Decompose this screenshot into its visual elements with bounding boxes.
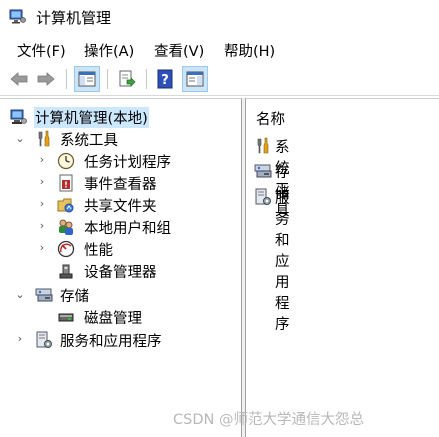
- chevron-right-icon[interactable]: ›: [37, 175, 47, 188]
- chevron-right-icon[interactable]: ›: [37, 219, 47, 232]
- chevron-right-icon[interactable]: ›: [15, 332, 25, 345]
- back-button[interactable]: [6, 66, 32, 92]
- tree-item-storage[interactable]: ⌄ 存储: [0, 284, 240, 306]
- watermark: CSDN @师范大学通信大怨总: [173, 412, 364, 428]
- chevron-right-icon[interactable]: ›: [37, 197, 47, 210]
- svg-text:!: !: [64, 181, 68, 190]
- help-icon: ?: [157, 69, 173, 89]
- toolbar-separator: [146, 69, 147, 89]
- title-bar: 计算机管理: [0, 0, 439, 34]
- console-tree[interactable]: 计算机管理(本地) ⌄ 系统工具 › 任务计划程序 › ! 事件查看器 › 共享…: [0, 98, 242, 437]
- list-item-label: 服务和应用程序: [275, 191, 290, 333]
- tree-label: 存储: [60, 289, 89, 305]
- computer-management-icon: [9, 9, 26, 24]
- tree-item-device-manager[interactable]: 设备管理器: [0, 260, 240, 282]
- tree-label: 计算机管理(本地): [34, 107, 149, 128]
- tree-label: 任务计划程序: [84, 155, 171, 171]
- svg-text:?: ?: [161, 73, 169, 88]
- tree-label: 系统工具: [60, 133, 118, 149]
- chevron-down-icon[interactable]: ⌄: [15, 288, 25, 301]
- column-header-name[interactable]: 名称: [256, 108, 285, 129]
- show-hide-console-tree-icon: [78, 71, 96, 87]
- storage-icon: [254, 164, 272, 178]
- menu-help[interactable]: 帮助(H): [224, 40, 275, 61]
- tree-item-system-tools[interactable]: ⌄ 系统工具: [0, 128, 240, 150]
- chevron-right-icon[interactable]: ›: [37, 153, 47, 166]
- export-list-icon: [119, 70, 136, 87]
- tree-item-performance[interactable]: › 性能: [0, 238, 240, 260]
- tree-item-shared-folders[interactable]: › 共享文件夹: [0, 194, 240, 216]
- computer-management-icon: [10, 109, 27, 124]
- services-applications-icon: [36, 331, 52, 348]
- disk-management-icon: [58, 313, 74, 322]
- toolbar-separator: [107, 69, 108, 89]
- forward-icon: [37, 72, 55, 86]
- device-manager-icon: [59, 264, 73, 279]
- shared-folder-icon: [57, 198, 74, 213]
- show-hide-console-tree-button[interactable]: [74, 66, 100, 92]
- show-hide-action-pane-button[interactable]: [182, 66, 208, 92]
- chevron-right-icon[interactable]: ›: [37, 241, 47, 254]
- menu-view[interactable]: 查看(V): [154, 40, 204, 61]
- tree-label: 磁盘管理: [84, 311, 142, 327]
- tree-label: 设备管理器: [84, 265, 157, 281]
- tree-item-local-users-groups[interactable]: › 本地用户和组: [0, 216, 240, 238]
- tree-label: 性能: [84, 243, 113, 259]
- tree-item-computer-management-local[interactable]: 计算机管理(本地): [0, 106, 240, 128]
- performance-icon: [57, 240, 75, 258]
- forward-button[interactable]: [33, 66, 59, 92]
- system-tools-icon: [257, 137, 269, 154]
- menu-file[interactable]: 文件(F): [17, 40, 66, 61]
- users-icon: [59, 219, 73, 235]
- tree-label: 共享文件夹: [84, 199, 157, 215]
- services-applications-icon: [255, 188, 271, 205]
- storage-icon: [35, 288, 53, 302]
- menu-bar: 文件(F) 操作(A) 查看(V) 帮助(H): [0, 37, 439, 61]
- toolbar: ?: [0, 64, 439, 96]
- window-title: 计算机管理: [36, 9, 112, 27]
- show-hide-action-pane-icon: [186, 71, 204, 87]
- back-icon: [10, 72, 28, 86]
- tree-label: 事件查看器: [84, 177, 157, 193]
- export-list-button[interactable]: [114, 66, 140, 92]
- event-viewer-icon: !: [59, 174, 73, 192]
- toolbar-separator: [66, 69, 67, 89]
- tree-item-disk-management[interactable]: 磁盘管理: [0, 306, 240, 328]
- tree-item-event-viewer[interactable]: › ! 事件查看器: [0, 172, 240, 194]
- system-tools-icon: [38, 130, 50, 147]
- tree-label: 本地用户和组: [84, 221, 171, 237]
- tree-item-services-applications[interactable]: › 服务和应用程序: [0, 329, 240, 351]
- chevron-down-icon[interactable]: ⌄: [15, 132, 25, 145]
- menu-action[interactable]: 操作(A): [84, 40, 134, 61]
- clock-icon: [57, 152, 75, 170]
- tree-label: 服务和应用程序: [60, 334, 162, 350]
- help-button[interactable]: ?: [152, 66, 178, 92]
- tree-item-task-scheduler[interactable]: › 任务计划程序: [0, 150, 240, 172]
